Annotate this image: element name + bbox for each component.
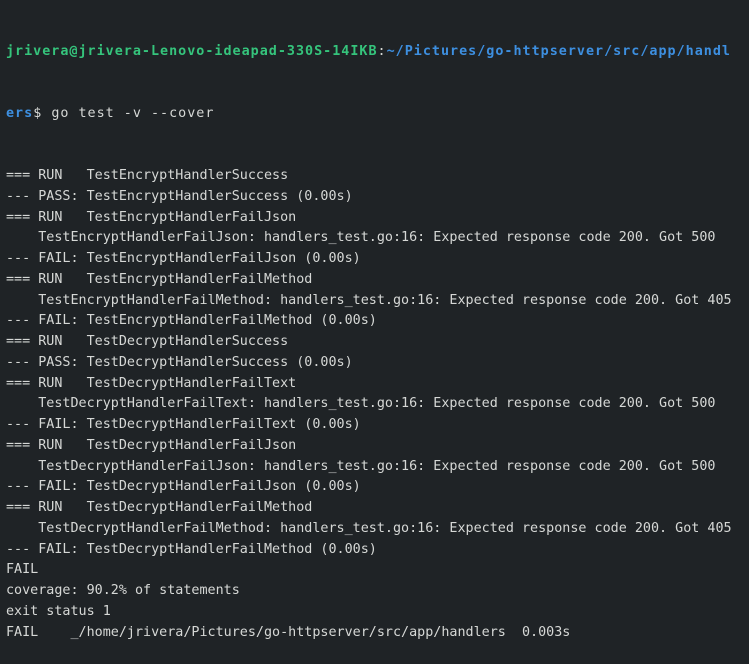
output-line: --- FAIL: TestEncryptHandlerFailJson (0.… [6, 251, 361, 266]
command-output: === RUN TestEncryptHandlerSuccess --- PAS… [6, 166, 749, 643]
output-line: --- PASS: TestDecryptHandlerSuccess (0.0… [6, 354, 353, 370]
prompt-user-host: jrivera@jrivera-Lenovo-ideapad-330S-14IK… [6, 43, 378, 59]
output-line: FAIL [6, 562, 39, 578]
command-text: go test -v --cover [51, 105, 215, 121]
output-line: --- FAIL: TestDecryptHandlerFailJson (0.… [6, 479, 361, 495]
output-line: TestDecryptHandlerFailText: handlers_tes… [6, 396, 716, 412]
prompt-line: jrivera@jrivera-Lenovo-ideapad-330S-14IK… [6, 42, 749, 63]
output-line: FAIL _/home/jrivera/Pictures/go-httpserv… [6, 624, 571, 640]
output-line: --- FAIL: TestDecryptHandlerFailMethod (… [6, 541, 377, 557]
prompt-path-wrap: ers [6, 105, 34, 121]
output-line: TestEncryptHandlerFailJson: handlers_tes… [6, 230, 716, 246]
output-line: TestDecryptHandlerFailJson: handlers_tes… [6, 458, 716, 474]
output-line: coverage: 90.2% of statements [6, 583, 240, 598]
output-line: === RUN TestDecryptHandlerFailJson [6, 437, 297, 453]
output-line: === RUN TestEncryptHandlerFailMethod [6, 271, 313, 287]
prompt-separator: : [377, 43, 387, 59]
output-line: === RUN TestDecryptHandlerSuccess [6, 334, 289, 349]
prompt-path: ~/Pictures/go-httpserver/src/app/handl [386, 43, 731, 59]
output-line: --- PASS: TestEncryptHandlerSuccess (0.0… [6, 188, 353, 204]
output-line: === RUN TestEncryptHandlerSuccess [6, 168, 289, 183]
output-line: exit status 1 [6, 603, 111, 619]
output-line: --- FAIL: TestDecryptHandlerFailText (0.… [6, 417, 361, 432]
terminal-window[interactable]: jrivera@jrivera-Lenovo-ideapad-330S-14IK… [0, 0, 749, 664]
output-line: === RUN TestDecryptHandlerFailText [6, 375, 297, 391]
prompt-symbol: $ [33, 105, 52, 121]
output-line: TestDecryptHandlerFailMethod: handlers_t… [6, 520, 732, 536]
output-line: === RUN TestEncryptHandlerFailJson [6, 209, 297, 225]
output-line: === RUN TestDecryptHandlerFailMethod [6, 500, 313, 515]
output-line: --- FAIL: TestEncryptHandlerFailMethod (… [6, 313, 377, 329]
prompt-line-wrap: ers$ go test -v --cover [6, 104, 749, 125]
output-line: TestEncryptHandlerFailMethod: handlers_t… [6, 292, 732, 308]
